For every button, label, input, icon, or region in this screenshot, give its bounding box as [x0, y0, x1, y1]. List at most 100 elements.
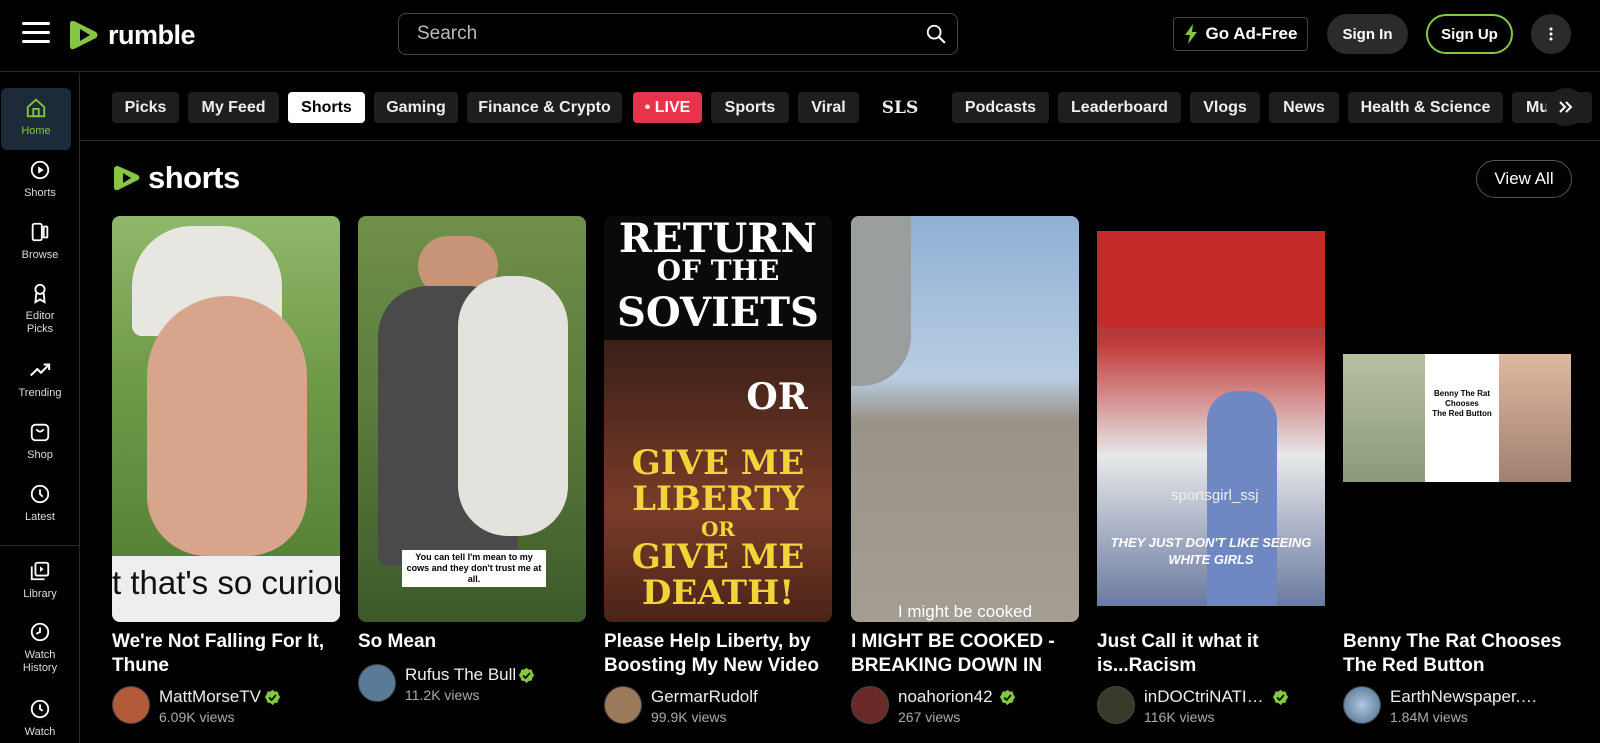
- short-thumbnail-4[interactable]: I might be cooked: [851, 216, 1079, 622]
- thumb-vehicle: [851, 216, 911, 386]
- channel-info-6: EarthNewspaper.… 1.84M views: [1343, 686, 1571, 725]
- short-title-4[interactable]: I MIGHT BE COOKED - BREAKING DOWN IN THE…: [851, 630, 1079, 678]
- channel-name-5[interactable]: inDOCtriNATI…: [1144, 687, 1264, 707]
- sidebar-label-shorts: Shorts: [24, 187, 56, 199]
- thumb-text-of-the: OF THE: [656, 254, 780, 287]
- logo-text: rumble: [108, 19, 196, 50]
- sidebar-item-browse[interactable]: Browse: [0, 221, 80, 262]
- short-thumbnail-3[interactable]: RETURN OF THE SOVIETS OR GIVE ME LIBERTY…: [604, 216, 832, 622]
- thumb-cow: [458, 276, 568, 536]
- top-header: rumble Go Ad-Free Sign In Sign Up: [0, 0, 1600, 72]
- view-count-1: 6.09K views: [159, 709, 235, 725]
- channel-info-1: MattMorseTV 6.09K views: [112, 686, 340, 725]
- avatar[interactable]: [1343, 686, 1381, 724]
- search-bar[interactable]: [398, 13, 958, 55]
- channel-info-5: inDOCtriNATI… 116K views: [1097, 686, 1325, 725]
- channel-info-3: GermarRudolf 99.9K views: [604, 686, 832, 725]
- rumble-logo-icon: [70, 21, 98, 50]
- channel-name-1[interactable]: MattMorseTV: [159, 687, 261, 707]
- thumb-text-give-me-1: GIVE ME: [631, 443, 805, 483]
- short-thumbnail-6[interactable]: Benny The Rat Chooses The Red Button: [1343, 354, 1571, 482]
- sidebar-item-watch-later[interactable]: Watch: [0, 698, 80, 739]
- menu-icon[interactable]: [22, 22, 50, 46]
- channel-name-4[interactable]: noahorion42: [898, 687, 993, 707]
- verified-icon: [1272, 689, 1289, 706]
- avatar[interactable]: [112, 686, 150, 724]
- sidebar-item-shorts[interactable]: Shorts: [0, 159, 80, 200]
- category-news[interactable]: News: [1269, 92, 1339, 123]
- sidebar-divider: [0, 545, 79, 546]
- search-input[interactable]: [417, 14, 897, 54]
- sign-in-button[interactable]: Sign In: [1327, 14, 1408, 54]
- category-sports[interactable]: Sports: [711, 92, 789, 123]
- watch-history-icon: [30, 622, 50, 642]
- category-podcasts[interactable]: Podcasts: [952, 92, 1049, 123]
- thumb-caption-6a: Benny The Rat: [1433, 389, 1490, 398]
- sidebar-item-latest[interactable]: Latest: [0, 483, 80, 524]
- go-ad-free-button[interactable]: Go Ad-Free: [1173, 17, 1308, 51]
- thumb-text-or-1: OR: [746, 376, 808, 418]
- category-vlogs[interactable]: Vlogs: [1190, 92, 1260, 123]
- category-shorts[interactable]: Shorts: [288, 92, 365, 123]
- channel-name-2[interactable]: Rufus The Bull: [405, 665, 516, 685]
- more-options-button[interactable]: [1531, 14, 1571, 54]
- avatar[interactable]: [358, 664, 396, 702]
- sign-up-button[interactable]: Sign Up: [1426, 14, 1513, 54]
- verified-icon: [264, 689, 281, 706]
- category-sls[interactable]: SLS: [870, 92, 930, 123]
- category-viral[interactable]: Viral: [798, 92, 859, 123]
- thumb-caption-1: t that's so curiou ause right this v: [112, 566, 340, 600]
- short-thumbnail-1[interactable]: t that's so curiou ause right this v: [112, 216, 340, 622]
- short-title-5[interactable]: Just Call it what it is...Racism: [1097, 630, 1325, 678]
- category-live[interactable]: • LIVE: [633, 92, 702, 123]
- category-finance-crypto[interactable]: Finance & Crypto: [467, 92, 622, 123]
- thumb-caption-2: You can tell I'm mean to my cows and the…: [402, 550, 546, 587]
- view-count-2: 11.2K views: [405, 687, 480, 703]
- lightning-icon: [1184, 24, 1197, 44]
- short-title-6[interactable]: Benny The Rat Chooses The Red Button: [1343, 630, 1571, 678]
- category-leaderboard[interactable]: Leaderboard: [1058, 92, 1181, 123]
- avatar[interactable]: [851, 686, 889, 724]
- vertical-dots-icon: [1549, 27, 1553, 41]
- browse-icon: [31, 222, 49, 242]
- left-sidebar: Home Shorts Browse Editor Picks Trending…: [0, 73, 80, 743]
- thumb-rat-right: [1499, 354, 1571, 482]
- view-count-4: 267 views: [898, 709, 961, 725]
- double-chevron-right-icon: [1559, 101, 1573, 113]
- verified-icon: [999, 689, 1016, 706]
- sidebar-item-watch-history[interactable]: Watch History: [0, 621, 80, 675]
- trending-icon: [30, 363, 51, 377]
- channel-info-4: noahorion42 267 views: [851, 686, 1079, 725]
- thumb-arena-banner: [1097, 231, 1325, 327]
- category-my-feed[interactable]: My Feed: [188, 92, 279, 123]
- thumb-caption-4: I might be cooked: [897, 602, 1033, 621]
- short-thumbnail-2[interactable]: You can tell I'm mean to my cows and the…: [358, 216, 586, 622]
- avatar[interactable]: [1097, 686, 1135, 724]
- sidebar-item-editor-picks[interactable]: Editor Picks: [0, 282, 80, 336]
- category-scroll-right-button[interactable]: [1546, 88, 1586, 126]
- channel-name-6[interactable]: EarthNewspaper.…: [1390, 687, 1537, 707]
- sidebar-item-shop[interactable]: Shop: [0, 421, 80, 462]
- category-gaming[interactable]: Gaming: [374, 92, 458, 123]
- search-icon[interactable]: [925, 23, 947, 45]
- category-picks[interactable]: Picks: [112, 92, 179, 123]
- thumb-watermark-5: sportsgirl_ssj: [1171, 487, 1259, 504]
- thumb-text-give-me-2: GIVE ME: [631, 537, 805, 577]
- channel-name-3[interactable]: GermarRudolf: [651, 687, 758, 707]
- shorts-section-logo[interactable]: shorts: [112, 160, 240, 196]
- avatar[interactable]: [604, 686, 642, 724]
- sidebar-item-trending[interactable]: Trending: [0, 359, 80, 400]
- shop-icon: [30, 423, 50, 442]
- short-title-3[interactable]: Please Help Liberty, by Boosting My New …: [604, 630, 832, 678]
- category-health-science[interactable]: Health & Science: [1348, 92, 1503, 123]
- rumble-logo[interactable]: rumble: [66, 16, 196, 54]
- verified-icon: [518, 667, 535, 684]
- sidebar-item-home[interactable]: Home: [1, 88, 71, 150]
- editor-picks-icon: [34, 283, 46, 304]
- sidebar-label-shop: Shop: [27, 449, 53, 461]
- short-title-2[interactable]: So Mean: [358, 630, 586, 654]
- short-thumbnail-5[interactable]: sportsgirl_ssj THEY JUST DON'T LIKE SEEI…: [1097, 231, 1325, 606]
- view-all-button[interactable]: View All: [1476, 160, 1572, 198]
- sidebar-item-library[interactable]: Library: [0, 560, 80, 601]
- short-title-1[interactable]: We're Not Falling For It, Thune: [112, 630, 340, 678]
